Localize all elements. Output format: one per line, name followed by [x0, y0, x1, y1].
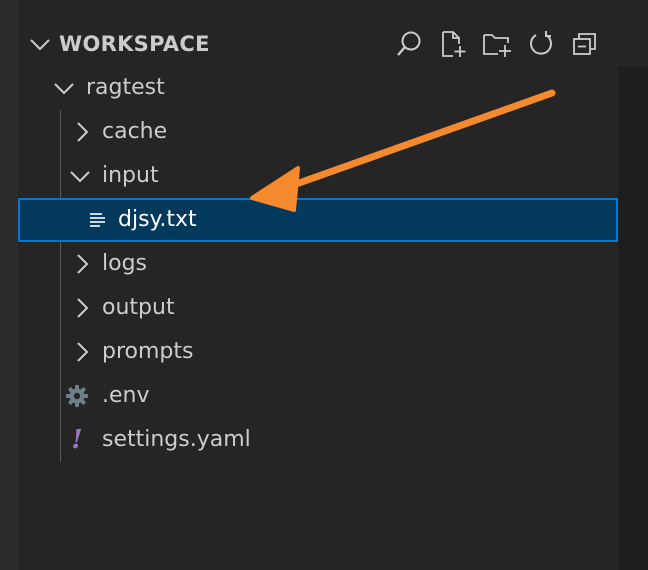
tree-item-settings-yaml[interactable]: ! settings.yaml — [18, 418, 618, 462]
tree-item-label: djsy.txt — [118, 207, 197, 232]
tree-item-logs[interactable]: logs — [18, 242, 618, 286]
new-file-icon[interactable] — [434, 26, 472, 62]
collapse-all-icon[interactable] — [566, 26, 604, 62]
tree-item-label: settings.yaml — [102, 427, 251, 452]
tree-item-label: ragtest — [86, 75, 165, 100]
refresh-icon[interactable] — [522, 26, 560, 62]
chevron-right-icon — [77, 342, 89, 362]
tree-item-label: input — [102, 163, 159, 188]
tree-item-label: cache — [102, 119, 168, 144]
vscode-explorer-window: WORKSPACE ragtest cache input djsy.txt l… — [0, 0, 648, 570]
chevron-down-icon — [70, 171, 90, 183]
tree-item-djsy-txt[interactable]: djsy.txt — [18, 198, 618, 242]
chevron-down-icon[interactable] — [28, 32, 52, 56]
activity-bar-edge — [0, 0, 18, 570]
text-file-icon — [86, 208, 110, 232]
chevron-right-icon — [77, 254, 89, 274]
tree-item-output[interactable]: output — [18, 286, 618, 330]
tree-root-ragtest[interactable]: ragtest — [18, 66, 618, 110]
tree-item-input[interactable]: input — [18, 154, 618, 198]
section-title: WORKSPACE — [59, 32, 210, 56]
new-folder-icon[interactable] — [478, 26, 516, 62]
chevron-right-icon — [77, 298, 89, 318]
search-icon[interactable] — [390, 26, 428, 62]
tree-item-label: .env — [102, 383, 150, 408]
chevron-down-icon — [54, 83, 74, 95]
tree-item-cache[interactable]: cache — [18, 110, 618, 154]
section-actions — [390, 26, 604, 62]
file-tree: ragtest cache input djsy.txt logs output… — [18, 66, 618, 462]
tree-item-env[interactable]: .env — [18, 374, 618, 418]
editor-tab-strip — [618, 0, 648, 66]
explorer-section-header[interactable]: WORKSPACE — [18, 22, 618, 66]
editor-area-edge — [618, 0, 648, 570]
exclamation-icon: ! — [71, 425, 83, 455]
tree-item-label: output — [102, 295, 175, 320]
tree-item-label: logs — [102, 251, 147, 276]
chevron-right-icon — [77, 122, 89, 142]
tree-item-prompts[interactable]: prompts — [18, 330, 618, 374]
gear-icon — [65, 384, 89, 408]
tree-item-label: prompts — [102, 339, 194, 364]
